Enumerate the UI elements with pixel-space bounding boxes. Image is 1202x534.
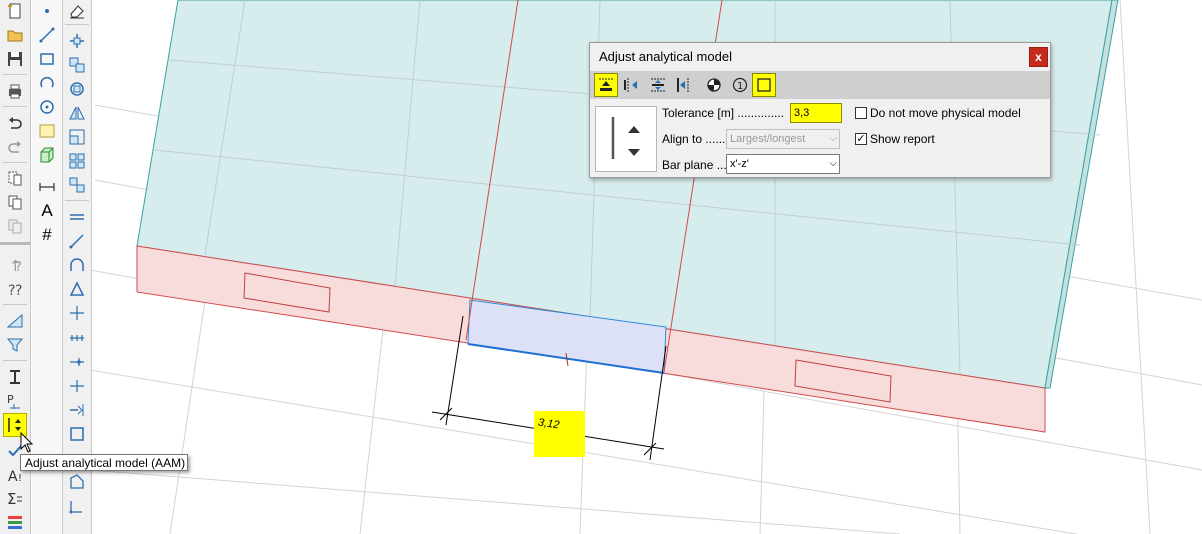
paste-icon[interactable]	[4, 215, 26, 237]
join-icon[interactable]	[66, 399, 88, 421]
eraser-icon[interactable]	[66, 0, 88, 22]
dialog-toolstrip: 1	[590, 71, 1050, 99]
boundary-icon[interactable]	[66, 423, 88, 445]
align-to-value: Largest/longest	[730, 133, 806, 145]
arrow-up-help-icon[interactable]: ↑?	[4, 254, 26, 276]
bar-plane-value: x'-z'	[730, 158, 749, 170]
adjust-analytical-model-dialog: Adjust analytical model x 1 Tolerance [m…	[589, 42, 1051, 178]
svg-text:1: 1	[737, 81, 743, 92]
show-report-label: Show report	[870, 132, 935, 146]
align-to-select[interactable]: Largest/longest ⌵	[726, 129, 840, 149]
extend-icon[interactable]	[66, 230, 88, 252]
new-file-icon[interactable]	[4, 0, 26, 22]
svg-text:A: A	[8, 469, 18, 484]
point-icon[interactable]	[36, 0, 58, 22]
filter-icon[interactable]	[4, 334, 26, 356]
array-icon[interactable]	[66, 150, 88, 172]
dimension-icon[interactable]	[36, 176, 58, 198]
tolerance-input[interactable]: 3,3	[790, 103, 842, 123]
cut-icon[interactable]	[4, 167, 26, 189]
line-icon[interactable]	[36, 24, 58, 46]
align-top-icon[interactable]	[594, 73, 618, 97]
trim-icon[interactable]	[66, 375, 88, 397]
fillet-icon[interactable]	[66, 254, 88, 276]
svg-text:?: ?	[15, 283, 22, 298]
print-icon[interactable]	[4, 80, 26, 102]
node-arrow-icon[interactable]	[66, 495, 88, 517]
sum-icon[interactable]: Σ	[4, 487, 26, 509]
rotate-icon[interactable]	[66, 78, 88, 100]
polygon-edit-icon[interactable]	[66, 471, 88, 493]
copy-icon[interactable]	[4, 191, 26, 213]
align-to-label: Align to ......	[662, 132, 726, 146]
align-middle-icon[interactable]	[646, 73, 670, 97]
intersect-icon[interactable]	[66, 302, 88, 324]
text-tool-icon[interactable]: A	[36, 200, 58, 222]
rectangle-icon[interactable]	[36, 48, 58, 70]
scale-icon[interactable]	[66, 126, 88, 148]
align-right-icon[interactable]	[672, 73, 696, 97]
bar-plane-select[interactable]: x'-z' ⌵	[726, 154, 840, 174]
context-help-icon[interactable]: ??	[4, 278, 26, 300]
number-one-icon[interactable]: 1	[728, 73, 752, 97]
dialog-body: Tolerance [m] .............. 3,3 Align t…	[592, 103, 1048, 175]
member-icon[interactable]	[4, 366, 26, 388]
chevron-down-icon: ⌵	[829, 158, 837, 169]
mirror-icon[interactable]	[66, 102, 88, 124]
mouse-cursor-icon	[20, 431, 34, 457]
svg-text:?: ?	[15, 260, 22, 274]
align-left-icon[interactable]	[620, 73, 644, 97]
plate-member-icon[interactable]: P	[4, 390, 26, 412]
open-folder-icon[interactable]	[4, 24, 26, 46]
triangle-icon[interactable]	[66, 278, 88, 300]
divide-icon[interactable]	[66, 327, 88, 349]
arc-icon[interactable]	[36, 72, 58, 94]
do-not-move-label: Do not move physical model	[870, 106, 1021, 120]
redo-icon[interactable]	[4, 136, 26, 158]
layers-icon[interactable]	[4, 511, 26, 533]
multi-copy-icon[interactable]	[66, 174, 88, 196]
save-icon[interactable]	[4, 48, 26, 70]
plane-icon[interactable]	[4, 310, 26, 332]
offset-icon[interactable]	[66, 206, 88, 228]
show-report-checkbox[interactable]: ✓	[855, 133, 867, 145]
adjust-mode-button[interactable]	[595, 106, 657, 172]
do-not-move-checkbox[interactable]	[855, 107, 867, 119]
undo-icon[interactable]	[4, 112, 26, 134]
surface-icon[interactable]	[36, 120, 58, 142]
chevron-down-icon: ⌵	[829, 133, 837, 144]
svg-text:Σ: Σ	[7, 490, 16, 507]
center-of-gravity-icon[interactable]	[702, 73, 726, 97]
close-button[interactable]: x	[1029, 47, 1048, 67]
solid-icon[interactable]	[36, 144, 58, 166]
bar-plane-label: Bar plane ...	[662, 158, 727, 172]
move-icon[interactable]	[66, 30, 88, 52]
split-icon[interactable]	[66, 351, 88, 373]
svg-text:!: !	[18, 473, 22, 484]
select-frame-icon[interactable]	[752, 73, 776, 97]
circle-icon[interactable]	[36, 96, 58, 118]
dialog-title: Adjust analytical model	[599, 49, 732, 64]
hash-tool-icon[interactable]: #	[36, 224, 58, 246]
tooltip: Adjust analytical model (AAM)	[20, 454, 188, 471]
svg-text:P: P	[7, 393, 14, 406]
copy-move-icon[interactable]	[66, 54, 88, 76]
tolerance-label: Tolerance [m] ..............	[662, 106, 785, 120]
